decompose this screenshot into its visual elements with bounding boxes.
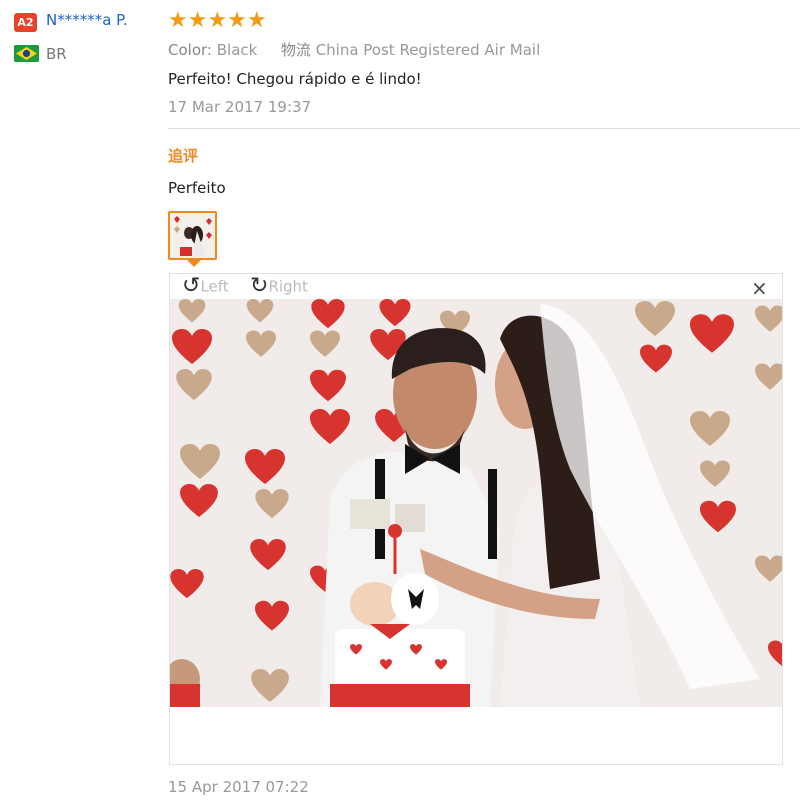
thumbnail-pointer xyxy=(187,260,201,267)
rotate-left-icon: ↺ xyxy=(182,273,201,299)
shipping-value: China Post Registered Air Mail xyxy=(315,41,541,59)
divider xyxy=(168,128,800,129)
rating-stars: ★★★★★ xyxy=(168,8,267,33)
brazil-flag-icon xyxy=(14,45,39,62)
followup-label: 追评 xyxy=(168,147,199,165)
shipping-key: 物流 xyxy=(280,41,311,59)
rotate-left-button[interactable]: ↺Left xyxy=(182,275,229,298)
close-viewer-button[interactable]: × xyxy=(751,277,768,299)
photo-thumbnail[interactable] xyxy=(168,211,217,260)
buyer-country: BR xyxy=(46,45,67,63)
review-photo[interactable] xyxy=(170,299,782,707)
rotate-right-icon: ↻ xyxy=(250,273,269,299)
review-date: 17 Mar 2017 19:37 xyxy=(168,98,312,116)
color-key: Color: xyxy=(168,41,212,59)
rotate-right-button[interactable]: ↻Right xyxy=(250,275,308,298)
color-value: Black xyxy=(216,41,258,59)
review-text: Perfeito! Chegou rápido e é lindo! xyxy=(168,70,422,88)
followup-text: Perfeito xyxy=(168,179,226,197)
buyer-level-badge: A2 xyxy=(14,13,37,32)
followup-date: 15 Apr 2017 07:22 xyxy=(168,778,309,796)
buyer-name: N******a P. xyxy=(46,11,128,29)
order-meta: Color: Black 物流 China Post Registered Ai… xyxy=(168,39,540,60)
